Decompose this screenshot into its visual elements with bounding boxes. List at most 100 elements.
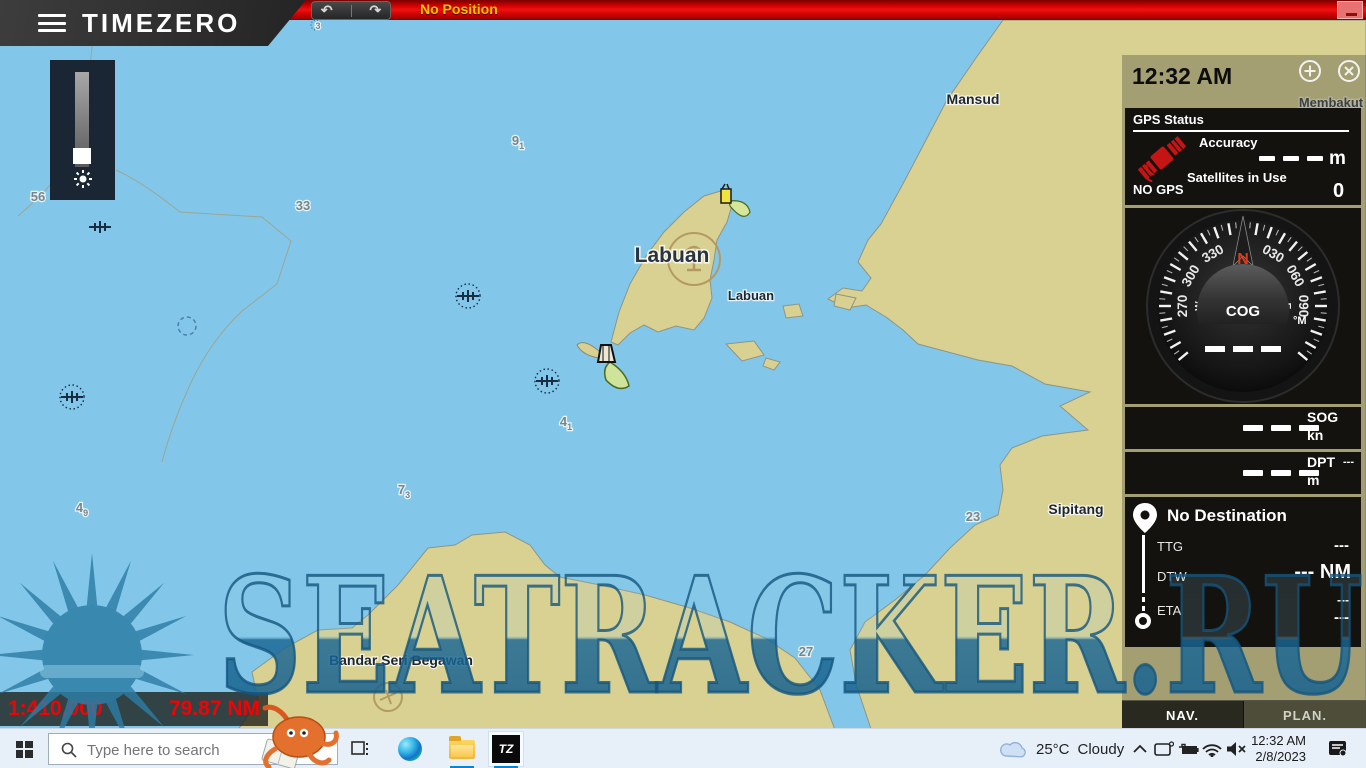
eta-label: ETA — [1157, 603, 1181, 618]
destination-pin-icon — [1131, 501, 1159, 535]
svg-text:090: 090 — [1296, 295, 1311, 318]
ttg-value: --- — [1334, 537, 1349, 554]
windows-logo-icon — [16, 741, 33, 758]
redo-icon[interactable]: ↷ — [369, 2, 381, 19]
app-header: TIMEZERO — [0, 0, 306, 46]
sog-unit: kn — [1307, 427, 1323, 443]
clock-time: 12:32 AM — [1240, 733, 1306, 749]
menu-icon[interactable] — [38, 14, 66, 32]
chart-scale-bar: 1:410,000 79.87 NM — [0, 692, 268, 726]
tab-plan[interactable]: PLAN. — [1244, 701, 1366, 729]
accuracy-label: Accuracy — [1199, 135, 1258, 150]
eta-value-time: --- — [1334, 609, 1349, 626]
sog-label: SOG — [1307, 409, 1338, 425]
route-line-dashed — [1142, 597, 1145, 611]
map-label-mansud: Mansud — [947, 91, 1000, 107]
search-icon — [61, 742, 77, 758]
monitor-icon — [1154, 741, 1174, 757]
dtw-value: --- NM — [1294, 561, 1351, 584]
tab-nav[interactable]: NAV. — [1122, 701, 1244, 729]
gps-satellite-icon — [1135, 134, 1189, 182]
svg-text:23: 23 — [966, 509, 980, 524]
alarm-status-text: No Position — [420, 1, 498, 17]
gps-status-value: NO GPS — [1133, 182, 1184, 197]
route-end-ring — [1135, 613, 1151, 629]
map-label-labuan-major: Labuan — [635, 244, 710, 267]
eta-value-date: --- — [1337, 593, 1349, 607]
tray-network-button[interactable] — [1200, 737, 1224, 761]
taskbar-search[interactable] — [48, 733, 338, 765]
route-line — [1142, 535, 1145, 593]
action-center-button[interactable] — [1326, 737, 1350, 761]
timezero-app-button[interactable]: TZ — [488, 731, 524, 767]
tray-expand-button[interactable] — [1128, 737, 1152, 761]
satellites-label: Satellites in Use — [1187, 170, 1287, 185]
cog-label: COG — [1226, 303, 1260, 320]
dpt-aux-value: --- — [1343, 456, 1354, 468]
zoom-slider-panel — [50, 60, 115, 200]
panel-tabs: NAV. PLAN. — [1122, 700, 1366, 729]
search-input[interactable] — [85, 737, 329, 763]
battery-icon — [1177, 743, 1199, 755]
accuracy-unit: m — [1329, 148, 1346, 170]
dpt-unit: m — [1307, 472, 1319, 488]
scale-ratio: 1:410,000 — [8, 697, 103, 721]
gps-status-title: GPS Status — [1133, 112, 1204, 127]
divider — [1133, 130, 1349, 132]
windows-taskbar: TZ 25°C Cloudy — [0, 728, 1366, 768]
start-button[interactable] — [4, 729, 44, 768]
notification-icon — [1328, 740, 1348, 758]
svg-text:27: 27 — [799, 644, 813, 659]
navdata-clock: 12:32 AM — [1132, 63, 1232, 90]
sog-box[interactable]: SOG kn — [1125, 407, 1361, 449]
cog-value-dashes — [1205, 346, 1281, 352]
task-view-icon — [351, 740, 369, 758]
destination-title: No Destination — [1167, 506, 1287, 526]
map-label-bandar: Bandar Seri Begawan — [329, 652, 473, 668]
map-label-sipitang: Sipitang — [1048, 501, 1103, 517]
edge-browser-button[interactable] — [390, 729, 430, 768]
destination-box[interactable]: No Destination TTG --- DTW --- NM ETA --… — [1125, 497, 1361, 647]
svg-text:56: 56 — [31, 189, 45, 204]
add-navdata-icon[interactable] — [1298, 59, 1322, 83]
map-label-labuan-minor: Labuan — [728, 288, 774, 303]
undo-redo-group: ↶ ↷ — [311, 1, 391, 20]
taskbar-weather[interactable]: 25°C Cloudy — [1000, 729, 1124, 768]
taskbar-clock[interactable]: 12:32 AM 2/8/2023 — [1240, 733, 1306, 765]
task-view-button[interactable] — [340, 729, 380, 768]
close-panel-icon[interactable] — [1337, 59, 1361, 83]
weather-temp: 25°C — [1036, 741, 1070, 758]
cog-unit: °M — [1293, 315, 1307, 327]
wifi-icon — [1202, 741, 1222, 757]
dpt-label: DPT — [1307, 454, 1335, 470]
folder-icon — [449, 740, 475, 759]
svg-text:270: 270 — [1175, 295, 1190, 318]
cloud-icon — [1000, 739, 1028, 759]
minimize-icon — [1346, 13, 1357, 16]
brightness-icon[interactable] — [72, 168, 94, 190]
weather-condition: Cloudy — [1078, 741, 1125, 758]
dpt-box[interactable]: DPT --- m — [1125, 452, 1361, 494]
svg-text:33: 33 — [296, 198, 310, 213]
tray-battery-button[interactable] — [1176, 737, 1200, 761]
gps-status-box[interactable]: GPS Status NO GPS Accuracy m Satellites … — [1125, 108, 1361, 205]
chevron-up-icon — [1133, 744, 1147, 754]
app-logo: TIMEZERO — [82, 8, 240, 39]
edge-icon — [398, 737, 422, 761]
svg-text:3: 3 — [315, 21, 320, 31]
divider — [351, 5, 352, 17]
undo-icon[interactable]: ↶ — [321, 2, 333, 19]
satellites-value: 0 — [1333, 180, 1344, 203]
tz-app-icon: TZ — [492, 735, 520, 763]
dtw-label: DTW — [1157, 569, 1187, 584]
scale-distance: 79.87 NM — [169, 697, 260, 721]
timezero-app-window: 3 56 91 33 41 73 49 23 27 Mansud Labuan … — [0, 0, 1366, 768]
minimize-button[interactable] — [1337, 1, 1363, 19]
cog-compass-box[interactable]: 270 300 330 0 030 060 090 W E N COG °M — [1125, 208, 1361, 404]
ttg-label: TTG — [1157, 539, 1183, 554]
file-explorer-button[interactable] — [442, 729, 482, 768]
tray-device-button[interactable] — [1152, 737, 1176, 761]
zoom-slider-thumb[interactable] — [73, 148, 91, 164]
clock-date: 2/8/2023 — [1240, 749, 1306, 765]
navdata-panel: 12:32 AM GPS Status — [1122, 55, 1366, 728]
